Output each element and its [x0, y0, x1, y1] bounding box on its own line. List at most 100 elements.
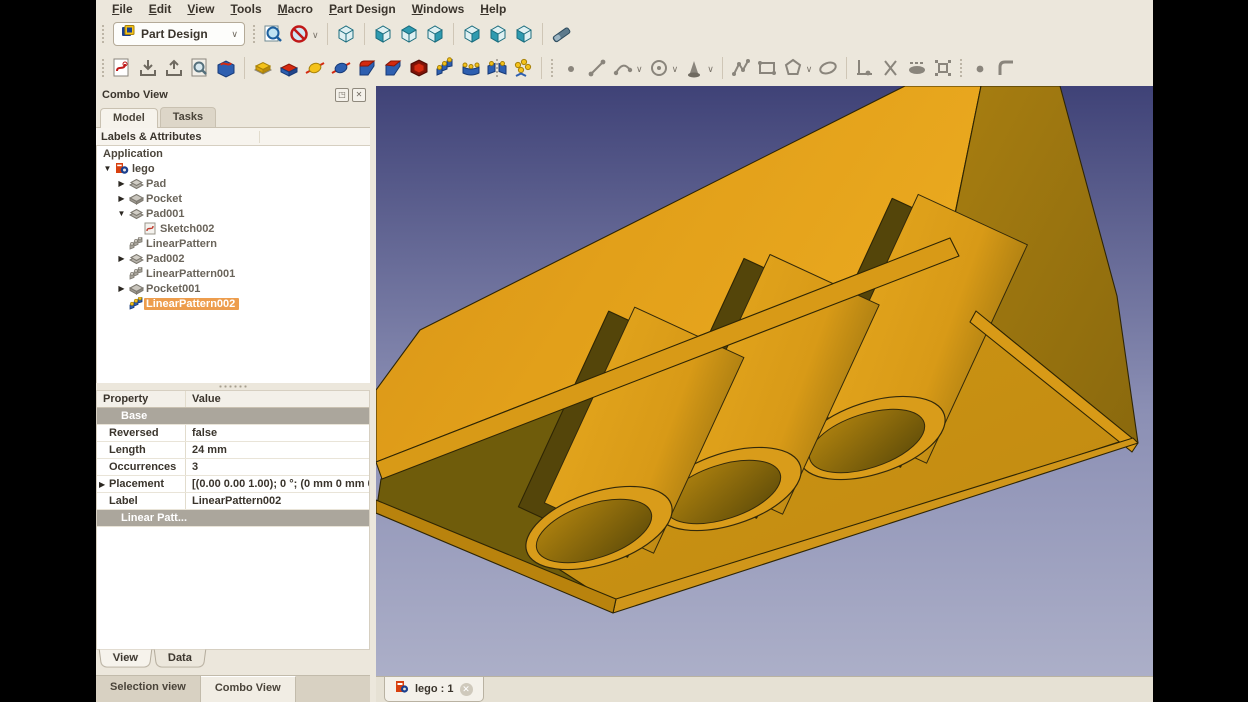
property-row-reversed[interactable]: Reversedfalse — [97, 425, 369, 442]
tree-item-pad[interactable]: ▶Pad — [97, 176, 370, 191]
view-sketch-icon[interactable] — [187, 55, 213, 81]
property-row-occurrences[interactable]: Occurrences3 — [97, 459, 369, 476]
panel-splitter[interactable] — [96, 383, 370, 390]
trim-icon[interactable] — [878, 55, 904, 81]
property-group-linear-patt-[interactable]: Linear Patt... — [97, 510, 369, 527]
point2-icon[interactable] — [967, 55, 993, 81]
cube-top-icon[interactable] — [396, 21, 422, 47]
toolbar-grip[interactable] — [959, 58, 964, 78]
property-value[interactable]: 24 mm — [186, 444, 369, 456]
cube-right-icon[interactable] — [422, 21, 448, 47]
tree-item-lego[interactable]: ▼lego — [97, 161, 370, 176]
expander-icon[interactable]: ▶ — [115, 284, 128, 293]
chamfer-icon[interactable] — [380, 55, 406, 81]
tab-tasks[interactable]: Tasks — [160, 107, 216, 127]
multitransform-icon[interactable] — [510, 55, 536, 81]
tree-item-pocket001[interactable]: ▶Pocket001 — [97, 281, 370, 296]
toolbar-grip[interactable] — [101, 58, 106, 78]
cube-left-icon[interactable] — [511, 21, 537, 47]
property-value[interactable]: [(0.00 0.00 1.00); 0 °; (0 mm 0 mm 0 ... — [186, 478, 369, 490]
mdi-tab-lego[interactable]: lego : 1 ✕ — [384, 677, 484, 702]
float-icon[interactable]: ◳ — [335, 88, 349, 102]
property-row-placement[interactable]: ▶Placement[(0.00 0.00 1.00); 0 °; (0 mm … — [97, 476, 369, 493]
tab-data[interactable]: Data — [154, 650, 206, 668]
toolbar-grip[interactable] — [252, 24, 257, 44]
3d-scene[interactable] — [376, 86, 1153, 676]
circle-icon[interactable] — [646, 55, 672, 81]
menu-file[interactable]: File — [104, 1, 141, 17]
expander-icon[interactable]: ▼ — [101, 164, 114, 173]
rectangle-icon[interactable] — [754, 55, 780, 81]
import-icon[interactable] — [135, 55, 161, 81]
clone-icon[interactable] — [930, 55, 956, 81]
menu-windows[interactable]: Windows — [404, 1, 473, 17]
tree-item-pad002[interactable]: ▶Pad002 — [97, 251, 370, 266]
pad-icon[interactable] — [250, 55, 276, 81]
pocket-icon[interactable] — [276, 55, 302, 81]
expander-icon[interactable]: ▼ — [115, 209, 128, 218]
fillet-sketch-icon[interactable] — [993, 55, 1019, 81]
dock-tab-selection-view[interactable]: Selection view — [96, 676, 201, 702]
thickness-icon[interactable] — [406, 55, 432, 81]
close-icon[interactable]: ✕ — [352, 88, 366, 102]
menu-tools[interactable]: Tools — [223, 1, 270, 17]
menu-macro[interactable]: Macro — [270, 1, 321, 17]
property-row-length[interactable]: Length24 mm — [97, 442, 369, 459]
export-icon[interactable] — [161, 55, 187, 81]
expander-icon[interactable]: ▶ — [115, 179, 128, 188]
tree-item-linearpattern001[interactable]: LinearPattern001 — [97, 266, 370, 281]
expander-icon[interactable]: ▶ — [99, 480, 109, 489]
new-sketch-icon[interactable] — [109, 55, 135, 81]
close-icon[interactable]: ✕ — [460, 683, 473, 696]
cube-bottom-icon[interactable] — [485, 21, 511, 47]
property-grid[interactable]: PropertyValueBaseReversedfalseLength24 m… — [96, 390, 370, 650]
tree-item-sketch002[interactable]: Sketch002 — [97, 221, 370, 236]
revolution-icon[interactable] — [302, 55, 328, 81]
combo-view-titlebar[interactable]: Combo View ◳ ✕ — [96, 86, 370, 104]
point-icon[interactable] — [558, 55, 584, 81]
measure-icon[interactable] — [548, 21, 574, 47]
property-value[interactable]: false — [186, 427, 369, 439]
coords-icon[interactable] — [852, 55, 878, 81]
polygon-icon[interactable] — [780, 55, 806, 81]
ellipse-icon[interactable] — [815, 55, 841, 81]
line-icon[interactable] — [584, 55, 610, 81]
tab-model[interactable]: Model — [100, 108, 158, 128]
tree-item-pocket[interactable]: ▶Pocket — [97, 191, 370, 206]
property-value[interactable]: 3 — [186, 461, 369, 473]
cube-axonometric-icon[interactable] — [333, 21, 359, 47]
menu-part-design[interactable]: Part Design — [321, 1, 404, 17]
cube-rear-icon[interactable] — [459, 21, 485, 47]
arc-icon[interactable] — [610, 55, 636, 81]
menu-help[interactable]: Help — [472, 1, 514, 17]
tree-item-linearpattern[interactable]: LinearPattern — [97, 236, 370, 251]
fillet-icon[interactable] — [354, 55, 380, 81]
dock-tab-combo-view[interactable]: Combo View — [201, 676, 296, 702]
groove-icon[interactable] — [328, 55, 354, 81]
expander-icon[interactable]: ▶ — [115, 254, 128, 263]
workbench-selector[interactable]: Part Design ∨ — [113, 22, 245, 46]
chevron-down-icon[interactable]: ∨ — [707, 62, 714, 75]
property-row-label[interactable]: LabelLinearPattern002 — [97, 493, 369, 510]
toolbar-grip[interactable] — [550, 58, 555, 78]
menu-view[interactable]: View — [179, 1, 222, 17]
property-group-base[interactable]: Base — [97, 408, 369, 425]
chevron-down-icon[interactable]: ∨ — [312, 28, 319, 41]
cube-front-icon[interactable] — [370, 21, 396, 47]
map-sketch-icon[interactable] — [213, 55, 239, 81]
linear-pattern-icon[interactable] — [432, 55, 458, 81]
draw-style-icon[interactable] — [286, 21, 312, 47]
model-tree[interactable]: Application▼lego▶Pad▶Pocket▼Pad001Sketch… — [96, 146, 370, 383]
tree-item-application[interactable]: Application — [97, 146, 370, 161]
tree-item-pad001[interactable]: ▼Pad001 — [97, 206, 370, 221]
property-value[interactable]: LinearPattern002 — [186, 495, 369, 507]
polyline-icon[interactable] — [728, 55, 754, 81]
mirrored-icon[interactable] — [484, 55, 510, 81]
3d-viewport[interactable] — [376, 86, 1153, 676]
expander-icon[interactable]: ▶ — [115, 194, 128, 203]
fit-all-icon[interactable] — [260, 21, 286, 47]
tab-view[interactable]: View — [99, 650, 152, 668]
tree-item-linearpattern002[interactable]: LinearPattern002 — [97, 296, 370, 311]
extend-icon[interactable] — [904, 55, 930, 81]
menu-edit[interactable]: Edit — [141, 1, 180, 17]
